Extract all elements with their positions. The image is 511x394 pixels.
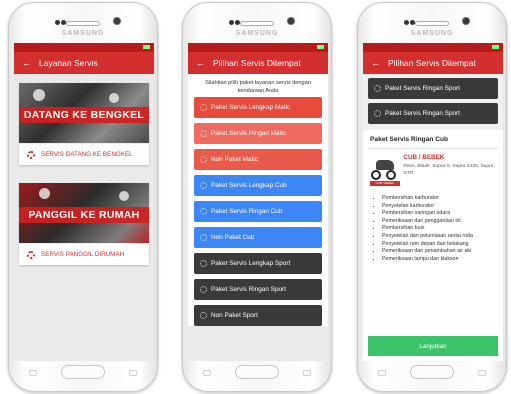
sensor: [229, 20, 234, 25]
front-camera: [462, 17, 470, 25]
screen: ← Pilihan Servis Ditempat Paket Servis R…: [363, 43, 503, 361]
phone-3: SAMSUNG ← Pilihan Servis Ditempat Paket …: [357, 2, 507, 392]
page-title: Pilihan Servis Ditempat: [213, 58, 301, 68]
motorcycle-icon: CUB / BEBEK: [370, 154, 400, 186]
home-button[interactable]: [235, 365, 279, 379]
gear-icon: [200, 208, 207, 215]
list-item: Pemeriksaan lampu dan klakson: [382, 256, 492, 264]
gear-icon: [200, 156, 207, 163]
speaker: [240, 21, 274, 26]
sensor: [235, 20, 240, 25]
front-camera: [113, 17, 121, 25]
home-button[interactable]: [410, 365, 454, 379]
list-item: Penyetelan karburator: [382, 203, 492, 211]
back-arrow-icon[interactable]: ←: [22, 58, 31, 68]
gear-icon: [27, 250, 35, 259]
mockup-stage: SAMSUNG ← Layanan Servis DATANG KE BENGK…: [0, 0, 511, 394]
package-option[interactable]: Paket Servis Ringan Sport: [194, 279, 322, 300]
sensor: [55, 20, 60, 25]
vehicle-type: CUB / BEBEK: [403, 154, 445, 161]
sensor: [404, 20, 409, 25]
back-key[interactable]: [478, 370, 486, 376]
list-item: Pembersihan busi: [382, 225, 492, 233]
list-item: Pembersihan karburator: [382, 195, 492, 203]
package-option[interactable]: Paket Servis Ringan Sport: [368, 78, 498, 99]
continue-button[interactable]: Lanjutkan: [368, 336, 498, 356]
sensor: [61, 20, 66, 25]
gear-icon: [374, 85, 381, 92]
card-label: SERVIS DATANG KE BENGKEL: [41, 151, 133, 158]
package-option[interactable]: Non Paket Sport: [194, 305, 322, 326]
recent-apps-key[interactable]: [29, 370, 37, 376]
gear-icon: [27, 150, 35, 159]
phone-1: SAMSUNG ← Layanan Servis DATANG KE BENGK…: [8, 2, 158, 392]
gear-icon: [200, 260, 207, 267]
sensor: [410, 20, 415, 25]
gear-icon: [200, 104, 207, 111]
card-label: SERVIS PANGGIL DIRUMAH: [41, 251, 125, 258]
motorcycle-tag: CUB / BEBEK: [370, 181, 400, 186]
speaker: [66, 21, 100, 26]
package-option[interactable]: Paket Servis Ringan Cub: [194, 201, 322, 222]
service-card-workshop[interactable]: DATANG KE BENGKEL SERVIS DATANG KE BENGK…: [19, 83, 149, 165]
back-key[interactable]: [129, 370, 137, 376]
gear-icon: [200, 234, 207, 241]
status-bar: [188, 43, 328, 52]
package-option[interactable]: Paket Servis Lengkap Matic: [194, 97, 322, 118]
battery-icon: [492, 45, 499, 49]
list-item: Penyetelan dan pelumasan rantai roda: [382, 233, 492, 241]
gear-icon: [374, 110, 381, 117]
gear-icon: [200, 130, 207, 137]
package-option[interactable]: Non Paket Matic: [194, 149, 322, 170]
recent-apps-key[interactable]: [378, 370, 386, 376]
banner-image: DATANG KE BENGKEL: [19, 83, 149, 143]
intro-text: Silahkan pilih paket layanan servis deng…: [188, 74, 328, 95]
service-items-list: Pembersihan karburator Penyetelan karbur…: [368, 191, 498, 263]
brand-logo: SAMSUNG: [61, 30, 105, 37]
list-item: Pemeriksaan dan penggantian oli: [382, 218, 492, 226]
brand-logo: SAMSUNG: [410, 30, 454, 37]
package-option[interactable]: Paket Servis Ringan Matic: [194, 123, 322, 144]
package-option[interactable]: Paket Servis Ringan Sport: [368, 103, 498, 124]
list-item: Penyetelan rem depan dan belakang: [382, 241, 492, 249]
home-button[interactable]: [61, 365, 105, 379]
status-bar: [363, 43, 503, 52]
battery-icon: [143, 45, 150, 49]
app-bar: ← Layanan Servis: [14, 52, 154, 74]
banner-caption: DATANG KE BENGKEL: [19, 107, 149, 123]
service-card-home[interactable]: PANGGIL KE RUMAH SERVIS PANGGIL DIRUMAH: [19, 183, 149, 265]
gear-icon: [200, 312, 207, 319]
back-key[interactable]: [303, 370, 311, 376]
screen: ← Pilihan Servis Ditempat Silahkan pilih…: [188, 43, 328, 361]
package-list: Paket Servis Lengkap Matic Paket Servis …: [188, 95, 328, 326]
page-title: Pilihan Servis Ditempat: [388, 58, 476, 68]
recent-apps-key[interactable]: [203, 370, 211, 376]
back-arrow-icon[interactable]: ←: [371, 58, 380, 68]
list-item: Pemeriksaan dan penambahan air aki: [382, 248, 492, 256]
app-bar: ← Pilihan Servis Ditempat: [188, 52, 328, 74]
package-option[interactable]: Paket Servis Lengkap Sport: [194, 253, 322, 274]
back-arrow-icon[interactable]: ←: [196, 58, 205, 68]
status-bar: [14, 43, 154, 52]
speaker: [415, 21, 449, 26]
banner-caption: PANGGIL KE RUMAH: [19, 207, 149, 223]
app-bar: ← Pilihan Servis Ditempat: [363, 52, 503, 74]
page-title: Layanan Servis: [39, 58, 98, 68]
battery-icon: [317, 45, 324, 49]
vehicle-models: Revo, Blade, Supra-X, Supra X125, Supra …: [403, 164, 494, 176]
package-option[interactable]: Paket Servis Lengkap Cub: [194, 175, 322, 196]
brand-logo: SAMSUNG: [235, 30, 279, 37]
gear-icon: [200, 286, 207, 293]
screen: ← Layanan Servis DATANG KE BENGKEL SERVI…: [14, 43, 154, 361]
banner-image: PANGGIL KE RUMAH: [19, 183, 149, 243]
package-option[interactable]: Non Paket Cub: [194, 227, 322, 248]
detail-title: Paket Servis Ringan Cub: [368, 134, 498, 149]
list-item: Pembersihan saringan udara: [382, 210, 492, 218]
phone-2: SAMSUNG ← Pilihan Servis Ditempat Silahk…: [182, 2, 332, 392]
package-detail-card: Paket Servis Ringan Cub CUB / BEBEK CUB …: [363, 130, 503, 264]
front-camera: [287, 17, 295, 25]
gear-icon: [200, 182, 207, 189]
